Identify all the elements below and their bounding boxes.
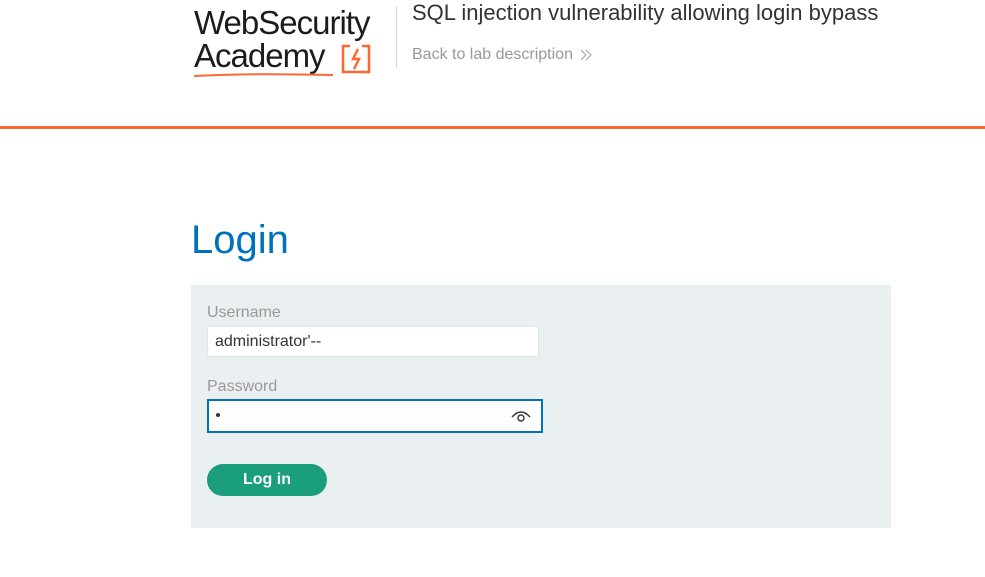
back-to-lab-description-link[interactable]: Back to lab description	[412, 46, 593, 64]
logo-text-line1: WebSecurity	[194, 4, 370, 41]
header-divider	[396, 6, 397, 68]
logo-text-line2: Academy	[194, 37, 326, 74]
lab-title: SQL injection vulnerability allowing log…	[412, 0, 879, 25]
login-form: Username administrator'-- Password Log i…	[191, 285, 891, 528]
back-link-label: Back to lab description	[412, 46, 573, 63]
username-input[interactable]: administrator'--	[207, 326, 539, 357]
logo-lightning-icon	[341, 44, 371, 74]
eye-icon[interactable]	[511, 409, 531, 423]
web-security-academy-logo[interactable]: WebSecurity Academy	[193, 4, 393, 80]
log-in-button[interactable]: Log in	[207, 464, 327, 496]
password-input[interactable]	[207, 399, 543, 433]
logo-underline	[193, 73, 334, 77]
username-label: Username	[207, 304, 281, 321]
page-header: WebSecurity Academy SQL injection vulner…	[0, 0, 985, 126]
password-mask-dot	[216, 413, 220, 417]
header-orange-rule	[0, 126, 985, 129]
chevron-double-right-icon	[580, 49, 592, 61]
password-label: Password	[207, 378, 278, 395]
page-title: Login	[191, 218, 289, 262]
